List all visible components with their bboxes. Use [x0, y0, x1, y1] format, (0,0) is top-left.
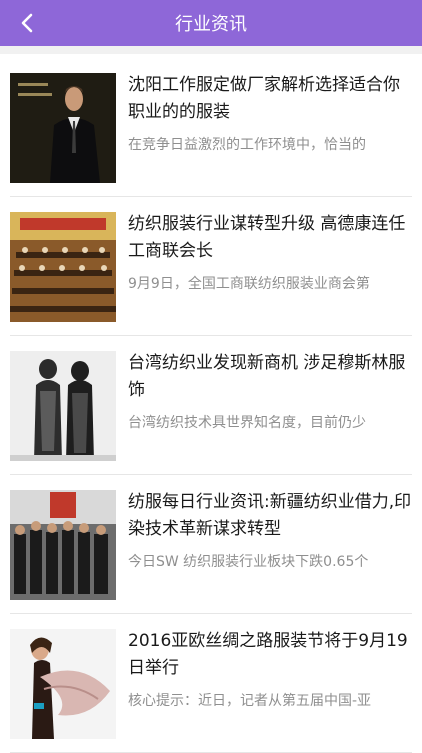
news-text: 台湾纺织业发现新商机 涉足穆斯林服饰 台湾纺织技术具世界知名度，目前仍少 — [128, 350, 412, 432]
news-thumbnail — [10, 73, 116, 183]
news-text: 2016亚欧丝绸之路服装节将于9月19日举行 核心提示：近日，记者从第五届中国-… — [128, 628, 412, 710]
news-text: 纺服每日行业资讯:新疆纺织业借力,印染技术革新谋求转型 今日SW 纺织服装行业板… — [128, 489, 412, 571]
news-title[interactable]: 台湾纺织业发现新商机 涉足穆斯林服饰 — [128, 350, 412, 404]
news-summary: 核心提示：近日，记者从第五届中国-亚 — [128, 693, 372, 709]
news-item[interactable]: 沈阳工作服定做厂家解析选择适合你职业的的服装 在竞争日益激烈的工作环境中，恰当的 — [10, 58, 412, 197]
news-summary: 在竞争日益激烈的工作环境中，恰当的 — [128, 137, 366, 153]
news-summary: 台湾纺织技术具世界知名度，目前仍少 — [128, 415, 366, 431]
news-thumbnail — [10, 212, 116, 322]
news-title[interactable]: 纺织服装行业谋转型升级 高德康连任工商联会长 — [128, 211, 412, 265]
news-item[interactable]: 纺织服装行业谋转型升级 高德康连任工商联会长 9月9日，全国工商联纺织服装业商会… — [10, 197, 412, 336]
news-summary: 今日SW 纺织服装行业板块下跌0.65个 — [128, 554, 369, 570]
news-title[interactable]: 沈阳工作服定做厂家解析选择适合你职业的的服装 — [128, 72, 412, 126]
news-item[interactable]: 台湾纺织业发现新商机 涉足穆斯林服饰 台湾纺织技术具世界知名度，目前仍少 — [10, 336, 412, 475]
news-list: 沈阳工作服定做厂家解析选择适合你职业的的服装 在竞争日益激烈的工作环境中，恰当的 — [0, 54, 422, 753]
chevron-left-icon — [20, 13, 34, 33]
header-divider — [0, 46, 422, 54]
news-item[interactable]: 2016亚欧丝绸之路服装节将于9月19日举行 核心提示：近日，记者从第五届中国-… — [10, 614, 412, 753]
news-thumbnail — [10, 629, 116, 739]
news-title[interactable]: 2016亚欧丝绸之路服装节将于9月19日举行 — [128, 628, 412, 682]
back-button[interactable] — [12, 8, 42, 38]
app-header: 行业资讯 — [0, 0, 422, 46]
news-text: 沈阳工作服定做厂家解析选择适合你职业的的服装 在竞争日益激烈的工作环境中，恰当的 — [128, 72, 412, 154]
page-title: 行业资讯 — [175, 14, 247, 35]
news-title[interactable]: 纺服每日行业资讯:新疆纺织业借力,印染技术革新谋求转型 — [128, 489, 412, 543]
news-text: 纺织服装行业谋转型升级 高德康连任工商联会长 9月9日，全国工商联纺织服装业商会… — [128, 211, 412, 293]
news-thumbnail — [10, 351, 116, 461]
news-summary: 9月9日，全国工商联纺织服装业商会第 — [128, 276, 370, 292]
news-thumbnail — [10, 490, 116, 600]
news-item[interactable]: 纺服每日行业资讯:新疆纺织业借力,印染技术革新谋求转型 今日SW 纺织服装行业板… — [10, 475, 412, 614]
